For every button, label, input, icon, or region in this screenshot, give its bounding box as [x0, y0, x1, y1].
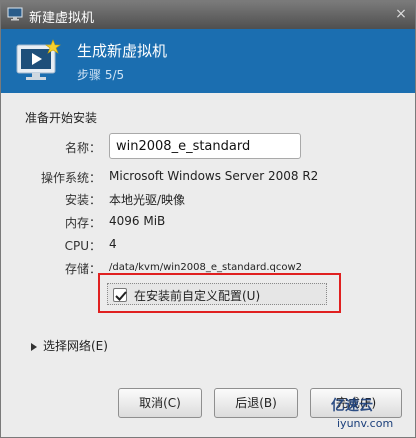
vm-name-input[interactable] — [109, 133, 301, 159]
cpu-label: CPU： — [64, 239, 101, 253]
titlebar[interactable]: 新建虚拟机 × — [1, 1, 415, 29]
new-vm-icon — [15, 39, 61, 83]
network-expander-label: 选择网络(E) — [43, 339, 108, 353]
install-value: 本地光驱/映像 — [109, 193, 186, 207]
cpu-value: 4 — [109, 237, 117, 251]
storage-label: 存储： — [64, 262, 101, 276]
name-label: 名称： — [64, 141, 101, 155]
monitor-icon — [7, 7, 23, 21]
os-label: 操作系统： — [40, 171, 101, 185]
watermark-sub: iyunv.com — [337, 417, 394, 430]
memory-label: 内存： — [64, 216, 101, 230]
os-value: Microsoft Windows Server 2008 R2 — [109, 169, 319, 183]
cancel-button[interactable]: 取消(C) — [118, 388, 202, 418]
wizard-header: 生成新虚拟机 步骤 5/5 — [1, 29, 415, 93]
memory-value: 4096 MiB — [109, 214, 166, 228]
storage-value: /data/kvm/win2008_e_standard.qcow2 — [109, 262, 303, 273]
new-vm-dialog: 新建虚拟机 × 生成新虚拟机 步骤 5/5 准备开始安装 名称： 操作系统： M… — [0, 0, 416, 438]
network-expander[interactable]: 选择网络(E) — [31, 337, 108, 354]
watermark-text: 亿速云 — [331, 398, 373, 414]
watermark-logo: 亿速云 iyunv.com — [313, 393, 415, 437]
window-title: 新建虚拟机 — [29, 11, 95, 26]
wizard-title: 生成新虚拟机 — [77, 42, 168, 60]
section-title: 准备开始安装 — [25, 111, 98, 125]
install-label: 安装： — [64, 193, 101, 207]
close-button[interactable]: × — [393, 7, 409, 23]
red-highlight-annotation — [98, 273, 341, 313]
expander-arrow-icon — [31, 342, 37, 351]
wizard-step: 步骤 5/5 — [77, 68, 125, 82]
back-button[interactable]: 后退(B) — [214, 388, 298, 418]
